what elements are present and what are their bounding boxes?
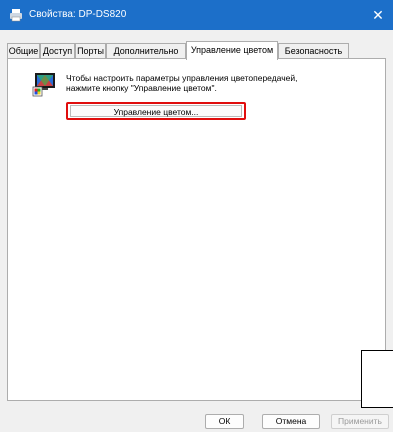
tab-sharing[interactable]: Доступ	[40, 43, 75, 58]
color-management-icon	[32, 73, 55, 97]
printer-icon	[10, 9, 22, 22]
color-management-panel: Чтобы настроить параметры управления цве…	[7, 58, 386, 401]
tab-advanced[interactable]: Дополнительно	[106, 43, 186, 58]
color-management-button[interactable]: Управление цветом...	[70, 105, 242, 117]
title-bar: Свойства: DP-DS820 ✕	[0, 0, 393, 30]
cancel-button[interactable]: Отмена	[262, 414, 320, 429]
window-title: Свойства: DP-DS820	[29, 9, 127, 20]
tab-general[interactable]: Общие	[7, 43, 40, 58]
apply-button[interactable]: Применить	[331, 414, 389, 429]
tab-color-management[interactable]: Управление цветом	[186, 41, 278, 60]
ok-button[interactable]: ОК	[205, 414, 244, 429]
description-line-2: нажмите кнопку "Управление цветом".	[66, 83, 217, 93]
close-button[interactable]: ✕	[367, 4, 389, 26]
color-management-description: Чтобы настроить параметры управления цве…	[66, 73, 366, 93]
description-line-1: Чтобы настроить параметры управления цве…	[66, 73, 298, 83]
color-management-button-highlight: Управление цветом...	[66, 102, 246, 120]
tab-security[interactable]: Безопасность	[278, 43, 349, 58]
overlay-box	[361, 350, 393, 408]
tab-strip: Общие Доступ Порты Дополнительно Управле…	[7, 41, 386, 60]
tab-ports[interactable]: Порты	[75, 43, 106, 58]
